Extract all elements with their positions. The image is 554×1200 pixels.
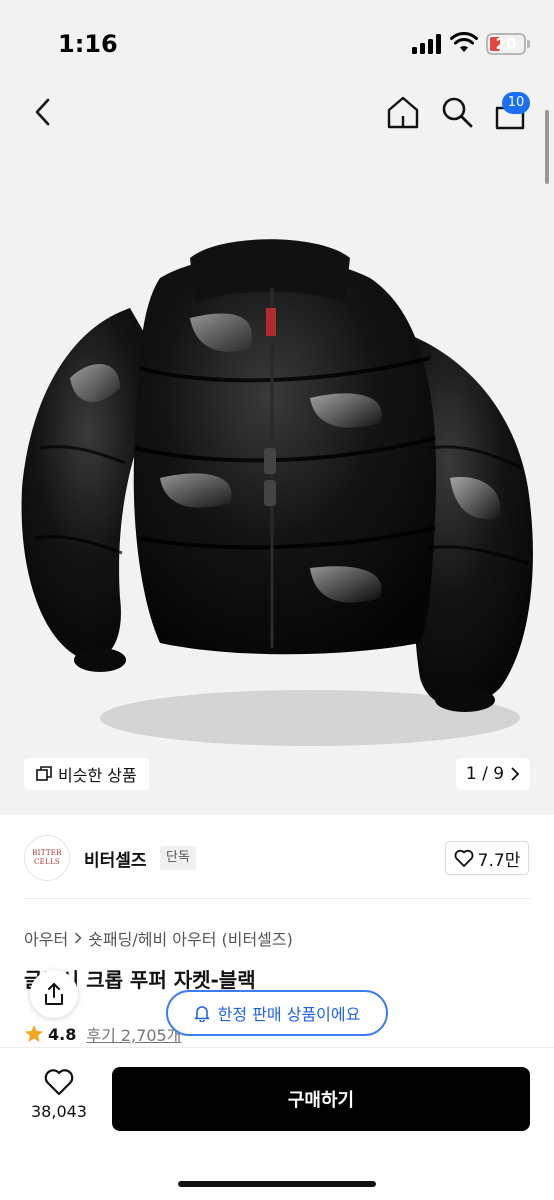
star-icon bbox=[25, 1025, 43, 1042]
battery-level: 20 bbox=[495, 35, 517, 53]
chevron-right-icon bbox=[511, 767, 520, 781]
share-button[interactable] bbox=[30, 970, 78, 1018]
bell-icon bbox=[194, 1006, 209, 1022]
brand-name[interactable]: 비터셀즈 bbox=[84, 846, 147, 871]
back-arrow-icon[interactable] bbox=[28, 94, 58, 130]
rating-score: 4.8 bbox=[48, 1024, 77, 1044]
buy-button[interactable]: 구매하기 bbox=[112, 1067, 530, 1131]
similar-products-button[interactable]: 비슷한 상품 bbox=[24, 758, 149, 790]
share-icon bbox=[45, 983, 63, 1005]
heart-outline-icon bbox=[454, 849, 474, 867]
brand-like-button[interactable]: 7.7만 bbox=[445, 841, 529, 875]
status-bar: 1:16 20 bbox=[0, 0, 554, 88]
home-icon[interactable] bbox=[386, 94, 420, 130]
wishlist-button[interactable]: 38,043 bbox=[22, 1068, 96, 1130]
battery-cap bbox=[527, 40, 530, 48]
breadcrumb-category[interactable]: 아우터 bbox=[24, 926, 68, 950]
status-time: 1:16 bbox=[58, 30, 118, 58]
wifi-icon bbox=[450, 32, 478, 52]
home-indicator bbox=[178, 1181, 376, 1187]
cellular-signal-icon bbox=[412, 34, 444, 54]
breadcrumb: 아우터 숏패딩/헤비 아우터 (비터셀즈) bbox=[24, 926, 293, 950]
heart-outline-icon bbox=[44, 1069, 74, 1096]
gallery-pager-text: 1 / 9 bbox=[465, 764, 505, 784]
divider bbox=[24, 898, 530, 899]
chevron-right-icon bbox=[75, 932, 82, 944]
review-count-link[interactable]: 후기 2,705개 bbox=[86, 1022, 181, 1046]
breadcrumb-subcategory[interactable]: 숏패딩/헤비 아우터 (비터셀즈) bbox=[88, 926, 293, 950]
product-image[interactable] bbox=[10, 218, 544, 758]
gallery-pager[interactable]: 1 / 9 bbox=[456, 758, 530, 790]
wishlist-count: 38,043 bbox=[31, 1102, 87, 1121]
limited-sale-label: 한정 판매 상품이에요 bbox=[217, 1005, 361, 1024]
similar-products-icon bbox=[36, 766, 52, 781]
brand-like-count: 7.7만 bbox=[477, 850, 521, 871]
exclusive-badge: 단독 bbox=[160, 846, 196, 870]
brand-logo[interactable]: BITTER CELLS bbox=[24, 835, 70, 881]
search-icon[interactable] bbox=[440, 94, 474, 130]
battery-icon: 20 bbox=[486, 33, 526, 55]
product-rating[interactable]: 4.8 후기 2,705개 bbox=[24, 1022, 181, 1046]
scrollbar[interactable] bbox=[545, 110, 549, 184]
similar-products-label: 비슷한 상품 bbox=[58, 766, 137, 785]
limited-sale-toast: 한정 판매 상품이에요 bbox=[166, 990, 388, 1036]
cart-count-badge: 10 bbox=[502, 92, 530, 114]
